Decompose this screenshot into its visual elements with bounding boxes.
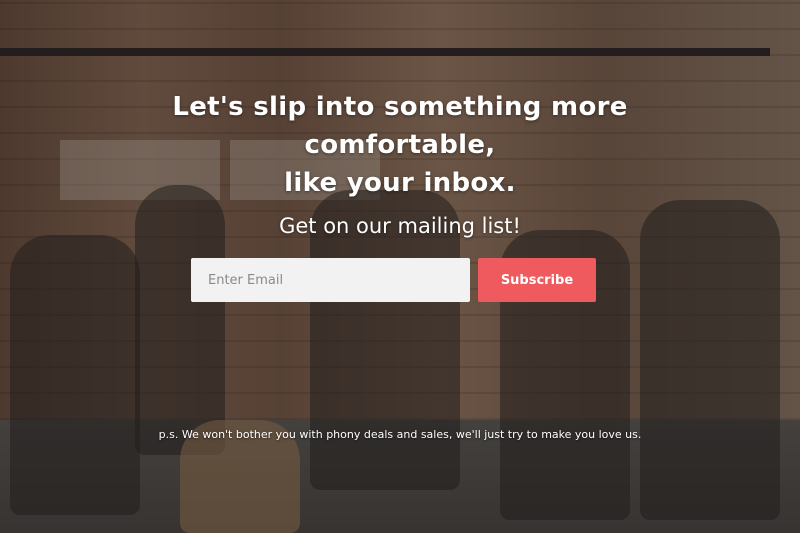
- footnote-text: p.s. We won't bother you with phony deal…: [158, 428, 642, 441]
- headline-line-2: like your inbox.: [284, 168, 516, 198]
- mailing-list-subtitle: Get on our mailing list!: [279, 214, 521, 238]
- page-title: Let's slip into something more comfortab…: [80, 88, 720, 202]
- headline-line-1: Let's slip into something more comfortab…: [172, 92, 628, 160]
- signup-form: Subscribe: [191, 258, 596, 302]
- email-field[interactable]: [191, 258, 470, 302]
- subscribe-button[interactable]: Subscribe: [478, 258, 596, 302]
- hero-section: Let's slip into something more comfortab…: [0, 0, 800, 533]
